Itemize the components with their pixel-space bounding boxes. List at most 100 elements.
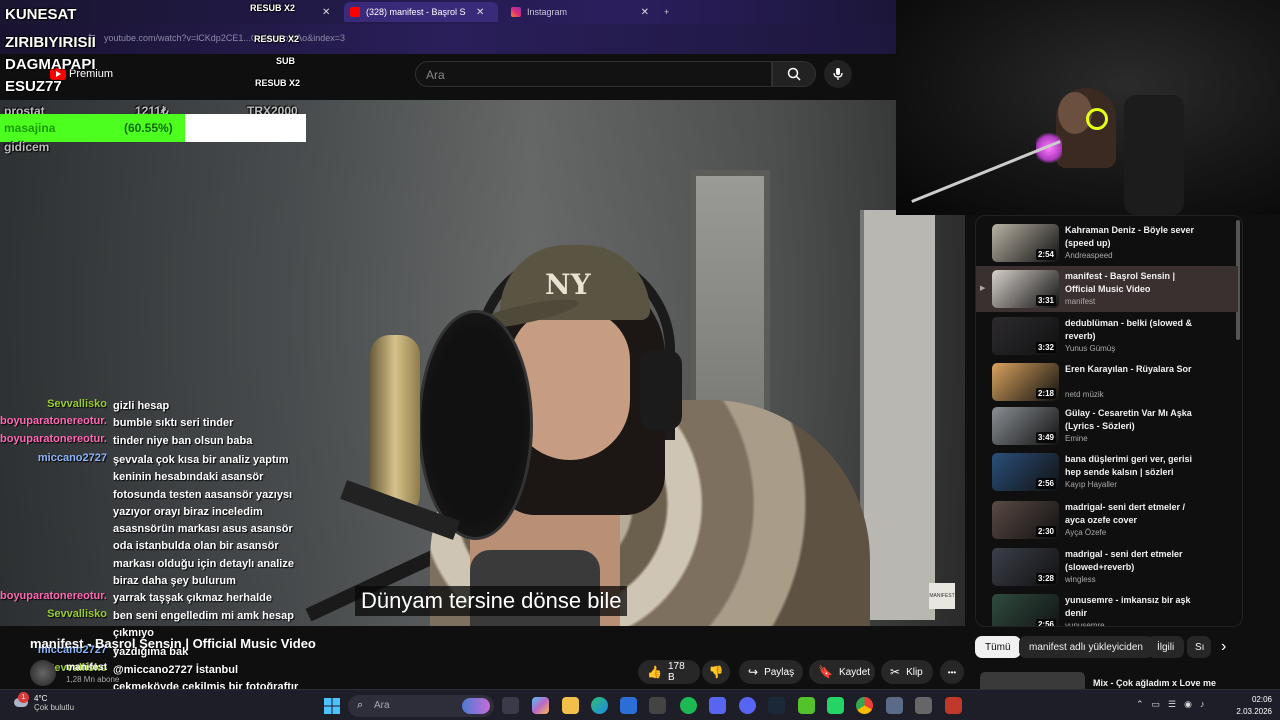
chip-all[interactable]: Tümü <box>975 636 1021 658</box>
recommendation-title[interactable]: Kahraman Deniz - Böyle sever (speed up) <box>1065 224 1205 250</box>
thumbs-up-icon: 👍 <box>647 665 662 679</box>
ring-light <box>1086 108 1108 130</box>
system-tray-icons[interactable]: ⌃▭☰◉♪ <box>1136 699 1212 710</box>
video-thumbnail[interactable]: 3:28 <box>992 548 1059 586</box>
chat-text: şevvala çok kısa bir analiz yaptım kenin… <box>113 454 294 588</box>
date: 2.03.2026 <box>1236 707 1272 716</box>
studio-window <box>690 170 770 420</box>
share-icon: ↪ <box>748 665 759 679</box>
cap-logo: NY <box>545 268 591 301</box>
app-icon[interactable] <box>798 697 815 714</box>
search-input[interactable]: Ara <box>415 61 772 87</box>
chat-username: miccano2727 <box>37 452 107 464</box>
share-label: Paylaş <box>764 666 795 678</box>
search-button[interactable] <box>772 61 816 87</box>
chrome-icon[interactable] <box>856 697 873 714</box>
settings-icon[interactable] <box>915 697 932 714</box>
notification-badge: 1 <box>18 692 29 703</box>
url-field[interactable]: youtube.com/watch?v=lCKdp2CE1...Oz3Ns9oI… <box>104 33 345 43</box>
recommendation-title[interactable]: manifest - Başrol Sensin | Official Musi… <box>1065 270 1205 296</box>
recommendation-item[interactable]: 2:56 bana düşlerimi geri ver, gerisi hep … <box>976 449 1238 495</box>
recommendation-item[interactable]: 2:56 yunusemre - imkansız bir aşk denir yu… <box>976 590 1238 626</box>
recommendation-title[interactable]: madrigal - seni dert etmeler (slowed+rev… <box>1065 548 1205 574</box>
next-recommendation[interactable]: Mix - Çok ağladım x Love me <box>980 672 1280 690</box>
recommendation-title[interactable]: yunusemre - imkansız bir aşk denir <box>1065 594 1205 620</box>
video-thumbnail[interactable]: 2:56 <box>992 453 1059 491</box>
channel-avatar[interactable] <box>30 660 56 686</box>
goal-percent: (60.55%) <box>124 121 173 135</box>
mic-arm <box>911 140 1061 203</box>
recommendation-title[interactable]: Eren Karayılan - Rüyalara Sor <box>1065 363 1205 376</box>
studio-microphone <box>370 335 420 515</box>
video-thumbnail[interactable]: 3:32 <box>992 317 1059 355</box>
video-duration: 3:49 <box>1035 432 1056 443</box>
chip-more[interactable]: Sı <box>1187 636 1211 658</box>
address-bar: ⇆ youtube.com/watch?v=lCKdp2CE1...Oz3Ns9… <box>0 24 896 54</box>
video-thumbnail[interactable]: 2:30 <box>992 501 1059 539</box>
dislike-button[interactable]: 👎 <box>702 660 730 684</box>
tab-label: Instagram <box>527 7 568 17</box>
task-view-icon[interactable] <box>502 697 519 714</box>
recommendation-item[interactable]: 3:49 Gülay - Cesaretin Var Mı Aşka (Lyric… <box>976 403 1238 449</box>
thumbs-down-icon: 👎 <box>708 665 724 679</box>
like-count: 178 B <box>667 661 685 683</box>
chevron-right-icon[interactable]: › <box>1221 638 1226 656</box>
file-explorer-icon[interactable] <box>562 697 579 714</box>
app-icon[interactable] <box>649 697 666 714</box>
video-thumbnail[interactable]: 2:56 <box>992 594 1059 626</box>
search-highlight-icon <box>462 698 490 714</box>
chip-uploader[interactable]: manifest adlı yükleyiciden <box>1019 636 1153 658</box>
voice-search-button[interactable] <box>824 60 852 88</box>
copilot-icon[interactable] <box>532 697 549 714</box>
bookmark-icon: 🔖 <box>818 665 833 679</box>
recommendation-title[interactable]: Gülay - Cesaretin Var Mı Aşka (Lyrics - … <box>1065 407 1205 433</box>
recommendation-title[interactable]: madrigal- seni dert etmeler / ayca ozefe… <box>1065 501 1205 527</box>
recommendation-item[interactable]: 2:18 Eren Karayılan - Rüyalara Sor netd mü… <box>976 359 1238 405</box>
alert-user: ESUZ77 <box>5 78 62 95</box>
app-icon[interactable] <box>945 697 962 714</box>
recommendation-item[interactable]: 3:32 dedublüman - belki (slowed & reverb)… <box>976 313 1238 359</box>
spotify-icon[interactable] <box>680 697 697 714</box>
save-button[interactable]: 🔖 Kaydet <box>809 660 875 684</box>
taskbar-search[interactable]: ⌕ Ara <box>348 695 494 717</box>
more-actions-button[interactable]: ••• <box>940 660 964 684</box>
new-tab-button[interactable]: + <box>664 2 682 22</box>
windows-start-icon[interactable] <box>324 698 341 715</box>
tab-youtube[interactable]: (328) manifest - Başrol Sensin ✕ <box>344 2 498 22</box>
recommendation-title[interactable]: dedublüman - belki (slowed & reverb) <box>1065 317 1205 343</box>
clock[interactable]: 02:06 2.03.2026 <box>1222 694 1272 718</box>
chip-related[interactable]: İlgili <box>1147 636 1185 658</box>
discord-icon[interactable] <box>739 697 756 714</box>
instagram-icon <box>511 7 521 17</box>
video-duration: 2:18 <box>1035 388 1056 399</box>
video-title: manifest - Başrol Sensin | Official Musi… <box>30 636 316 651</box>
recommendation-item[interactable]: ▶ 3:31 manifest - Başrol Sensin | Official… <box>976 266 1238 312</box>
recommendation-title[interactable]: bana düşlerimi geri ver, gerisi hep send… <box>1065 453 1205 479</box>
edge-icon[interactable] <box>591 697 608 714</box>
video-subtitle: Dünyam tersine dönse bile <box>355 586 628 616</box>
channel-name[interactable]: manifest <box>66 662 107 673</box>
close-icon[interactable]: ✕ <box>322 2 342 22</box>
like-button[interactable]: 👍 178 B <box>638 660 700 684</box>
app-icon[interactable] <box>709 697 726 714</box>
store-icon[interactable] <box>620 697 637 714</box>
recommendation-item[interactable]: 3:28 madrigal - seni dert etmeler (slowed… <box>976 544 1238 590</box>
video-duration: 3:28 <box>1035 573 1056 584</box>
recommendation-item[interactable]: 2:30 madrigal- seni dert etmeler / ayca o… <box>976 497 1238 543</box>
clip-button[interactable]: ✂ Klip <box>881 660 933 684</box>
whatsapp-icon[interactable] <box>827 697 844 714</box>
close-icon[interactable]: ✕ <box>641 7 649 18</box>
video-thumbnail[interactable]: 2:54 <box>992 224 1059 262</box>
share-button[interactable]: ↪ Paylaş <box>739 660 803 684</box>
tab-instagram[interactable]: Instagram ✕ <box>505 2 655 22</box>
app-icon[interactable] <box>886 697 903 714</box>
recommendation-channel: Yunus Gümüş <box>1065 344 1116 353</box>
video-thumbnail[interactable]: 3:31 <box>992 270 1059 308</box>
recommendation-item[interactable]: 2:54 Kahraman Deniz - Böyle sever (speed … <box>976 220 1238 266</box>
next-thumbnail <box>980 672 1085 689</box>
video-thumbnail[interactable]: 3:49 <box>992 407 1059 445</box>
video-thumbnail[interactable]: 2:18 <box>992 363 1059 401</box>
steam-icon[interactable] <box>768 697 785 714</box>
close-icon[interactable]: ✕ <box>476 7 484 18</box>
weather-widget[interactable]: 1 4°C Çok bulutlu <box>12 692 74 712</box>
